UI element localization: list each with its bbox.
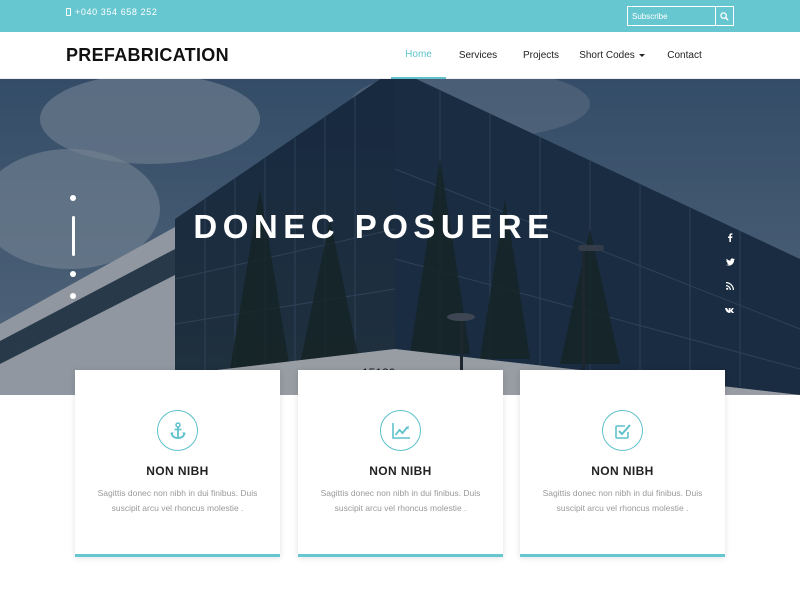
facebook-icon[interactable] — [723, 233, 737, 247]
hero-title: DONEC POSUERE — [193, 208, 555, 245]
feature-card: NON NIBH Sagittis donec non nibh in dui … — [520, 370, 725, 557]
vk-icon[interactable] — [723, 305, 737, 319]
slider-dot-3[interactable] — [70, 271, 76, 277]
subscribe-input[interactable] — [627, 6, 716, 26]
feature-card: NON NIBH Sagittis donec non nibh in dui … — [75, 370, 280, 557]
slider-dot-2-active[interactable] — [71, 216, 75, 256]
subscribe-form — [627, 6, 734, 26]
nav-short-codes[interactable]: Short Codes — [572, 32, 652, 79]
checkbox-icon — [614, 423, 631, 439]
feature-description-line: Sagittis donec non nibh in dui finibus. … — [320, 488, 481, 498]
phone-contact: +040 354 658 252 — [66, 7, 157, 17]
main-nav: Home Services Projects Short Codes Conta… — [391, 32, 717, 79]
feature-description-line: suscipit arcu vel rhoncus molestie . — [556, 503, 689, 513]
feature-description: Sagittis donec non nibh in dui finibus. … — [538, 486, 707, 516]
feature-icon-circle — [380, 410, 421, 451]
top-bar: +040 354 658 252 — [0, 0, 800, 32]
feature-description-line: suscipit arcu vel rhoncus molestie . — [111, 503, 244, 513]
feature-title: NON NIBH — [369, 464, 432, 478]
twitter-icon[interactable] — [723, 257, 737, 271]
feature-description: Sagittis donec non nibh in dui finibus. … — [316, 486, 485, 516]
feature-card: NON NIBH Sagittis donec non nibh in dui … — [298, 370, 503, 557]
nav-contact[interactable]: Contact — [652, 32, 717, 79]
feature-description: Sagittis donec non nibh in dui finibus. … — [93, 486, 262, 516]
phone-icon — [66, 8, 71, 16]
chevron-down-icon — [638, 54, 645, 57]
feature-description-line: suscipit arcu vel rhoncus molestie . — [334, 503, 467, 513]
nav-contact-label: Contact — [667, 50, 702, 61]
feature-description-line: Sagittis donec non nibh in dui finibus. … — [97, 488, 258, 498]
phone-number: +040 354 658 252 — [75, 7, 158, 17]
nav-home-label: Home — [405, 49, 432, 60]
nav-projects-label: Projects — [522, 50, 560, 61]
nav-services[interactable]: Services — [446, 32, 510, 79]
chart-line-icon — [391, 422, 410, 439]
site-logo[interactable]: PREFABRICATION — [66, 45, 229, 66]
feature-icon-circle — [602, 410, 643, 451]
slider-dot-4[interactable] — [70, 293, 76, 299]
nav-projects[interactable]: Projects — [510, 32, 572, 79]
hero-slider: 15120 DONEC POSUERE — [0, 79, 800, 395]
nav-short-codes-label: Short Codes — [579, 50, 635, 61]
slider-dot-1[interactable] — [70, 195, 76, 201]
site-header: PREFABRICATION Home Services Projects Sh… — [0, 32, 800, 79]
anchor-icon — [169, 421, 186, 439]
search-icon — [720, 11, 729, 21]
nav-services-label: Services — [458, 50, 498, 61]
rss-icon[interactable] — [723, 281, 737, 295]
nav-home[interactable]: Home — [391, 32, 446, 79]
feature-description-line: Sagittis donec non nibh in dui finibus. … — [542, 488, 703, 498]
feature-icon-circle — [157, 410, 198, 451]
subscribe-search-button[interactable] — [716, 6, 734, 26]
feature-title: NON NIBH — [591, 464, 654, 478]
feature-title: NON NIBH — [146, 464, 209, 478]
